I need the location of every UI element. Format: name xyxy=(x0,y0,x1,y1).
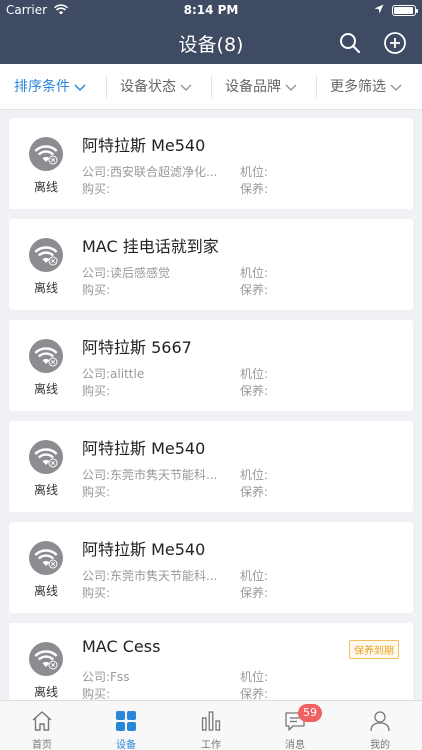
device-name: 阿特拉斯 Me540 xyxy=(82,136,206,155)
filter-label: 排序条件 xyxy=(14,79,70,95)
company-field: 公司:东莞市隽天节能科... xyxy=(82,466,218,483)
search-icon[interactable] xyxy=(338,31,362,55)
chevron-down-icon xyxy=(390,84,402,92)
tab-label: 设备 xyxy=(116,740,136,750)
wifi-offline-icon xyxy=(29,440,63,474)
device-status: 离线 xyxy=(33,382,58,396)
person-icon xyxy=(370,711,390,732)
chevron-down-icon xyxy=(74,84,86,92)
tab-label: 首页 xyxy=(32,740,52,750)
filter-label: 更多筛选 xyxy=(330,79,386,95)
wifi-offline-icon xyxy=(29,642,63,676)
tab-devices[interactable]: 设备 xyxy=(84,701,168,750)
device-status: 离线 xyxy=(33,584,58,598)
battery-icon xyxy=(392,5,418,16)
device-status: 离线 xyxy=(33,483,58,497)
device-name: 阿特拉斯 Me540 xyxy=(82,439,206,458)
field-label: 公司: xyxy=(82,367,111,381)
device-name: MAC 挂电话就到家 xyxy=(82,237,219,256)
position-field: 机位: xyxy=(240,569,269,583)
maintenance-field: 保养: xyxy=(240,586,269,600)
divider xyxy=(106,76,107,98)
tab-label: 消息 xyxy=(285,740,305,750)
location-arrow-icon xyxy=(374,4,384,14)
nav-header: Carrier 8:14 PM 设备(8) xyxy=(0,0,422,64)
maintenance-field: 保养: xyxy=(240,485,269,499)
unread-count-badge: 59 xyxy=(298,704,322,722)
purchase-field: 购买: xyxy=(82,485,111,499)
company-value: Fss xyxy=(110,670,130,684)
wifi-offline-icon xyxy=(29,137,63,171)
chevron-down-icon xyxy=(180,84,192,92)
purchase-field: 购买: xyxy=(82,182,111,196)
filter-label: 设备品牌 xyxy=(225,79,281,95)
device-status: 离线 xyxy=(33,281,58,295)
divider xyxy=(211,76,212,98)
chevron-down-icon xyxy=(285,84,297,92)
tab-label: 我的 xyxy=(370,740,390,750)
device-name: 阿特拉斯 Me540 xyxy=(82,540,206,559)
company-field: 公司:alittle xyxy=(82,365,144,382)
field-label: 公司: xyxy=(82,468,111,482)
status-bar: Carrier 8:14 PM xyxy=(0,0,422,22)
filter-bar: 排序条件 设备状态 设备品牌 更多筛选 xyxy=(0,64,422,110)
tab-messages[interactable]: 59 消息 xyxy=(253,701,337,750)
wifi-offline-icon xyxy=(29,541,63,575)
bar-chart-icon xyxy=(201,711,221,731)
device-name: 阿特拉斯 5667 xyxy=(82,338,192,357)
field-label: 公司: xyxy=(82,670,111,684)
company-field: 公司:东莞市隽天节能科... xyxy=(82,567,218,584)
device-card[interactable]: 离线 阿特拉斯 Me540 公司:西安联合超滤净化... 机位: 购买: 保养: xyxy=(9,118,413,209)
maintenance-field: 保养: xyxy=(240,182,269,196)
clock: 8:14 PM xyxy=(183,3,239,17)
position-field: 机位: xyxy=(240,165,269,179)
position-field: 机位: xyxy=(240,468,269,482)
tab-work[interactable]: 工作 xyxy=(169,701,253,750)
tab-label: 工作 xyxy=(201,740,221,750)
device-card[interactable]: 离线 阿特拉斯 Me540 公司:东莞市隽天节能科... 机位: 购买: 保养: xyxy=(9,522,413,613)
tab-home[interactable]: 首页 xyxy=(0,701,84,750)
position-field: 机位: xyxy=(240,670,269,684)
company-value: 西安联合超滤净化... xyxy=(110,165,218,179)
wifi-offline-icon xyxy=(29,339,63,373)
maintenance-field: 保养: xyxy=(240,384,269,398)
company-value: alittle xyxy=(110,367,145,381)
grid-icon xyxy=(116,711,136,731)
company-value: 读后感感觉 xyxy=(110,266,171,280)
field-label: 公司: xyxy=(82,569,111,583)
filter-more[interactable]: 更多筛选 xyxy=(330,64,402,110)
divider xyxy=(316,76,317,98)
maintenance-field: 保养: xyxy=(240,283,269,297)
position-field: 机位: xyxy=(240,266,269,280)
wifi-offline-icon xyxy=(29,238,63,272)
device-status: 离线 xyxy=(33,685,58,699)
device-card[interactable]: 离线 阿特拉斯 5667 公司:alittle 机位: 购买: 保养: xyxy=(9,320,413,411)
add-icon[interactable] xyxy=(383,31,407,55)
field-label: 公司: xyxy=(82,165,111,179)
company-field: 公司:Fss xyxy=(82,668,129,685)
company-value: 东莞市隽天节能科... xyxy=(110,569,218,583)
company-value: 东莞市隽天节能科... xyxy=(110,468,218,482)
maintenance-due-badge: 保养到期 xyxy=(349,640,399,659)
purchase-field: 购买: xyxy=(82,384,111,398)
filter-device-status[interactable]: 设备状态 xyxy=(120,64,192,110)
device-card[interactable]: 离线 MAC 挂电话就到家 公司:读后感感觉 机位: 购买: 保养: xyxy=(9,219,413,310)
purchase-field: 购买: xyxy=(82,283,111,297)
position-field: 机位: xyxy=(240,367,269,381)
filter-sort[interactable]: 排序条件 xyxy=(14,64,86,110)
device-card[interactable]: 离线 阿特拉斯 Me540 公司:东莞市隽天节能科... 机位: 购买: 保养: xyxy=(9,421,413,512)
tab-bar: 首页 设备 工作 59 消息 我的 xyxy=(0,700,422,750)
field-label: 公司: xyxy=(82,266,111,280)
device-status: 离线 xyxy=(33,180,58,194)
company-field: 公司:读后感感觉 xyxy=(82,264,170,281)
device-name: MAC Cess xyxy=(82,637,161,656)
purchase-field: 购买: xyxy=(82,586,111,600)
filter-label: 设备状态 xyxy=(120,79,176,95)
filter-device-brand[interactable]: 设备品牌 xyxy=(225,64,297,110)
company-field: 公司:西安联合超滤净化... xyxy=(82,163,218,180)
tab-profile[interactable]: 我的 xyxy=(338,701,422,750)
home-icon xyxy=(32,711,52,731)
